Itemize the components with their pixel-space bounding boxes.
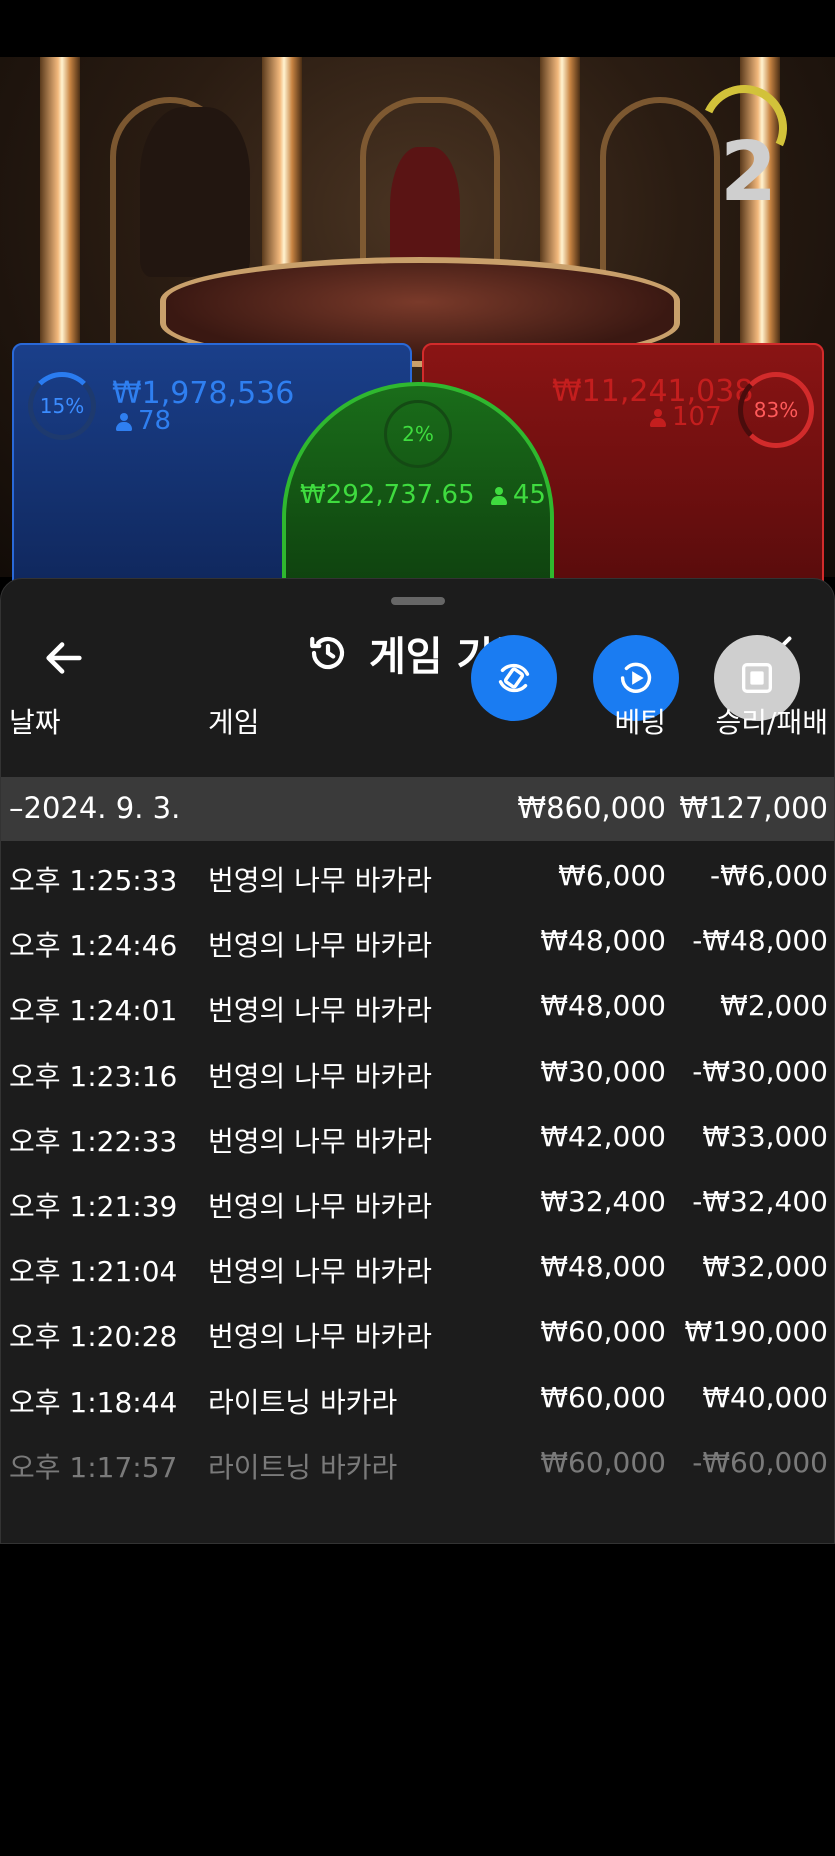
player-count-value: 78 — [138, 406, 172, 436]
row-time: 오후 1:25:33 — [9, 864, 178, 897]
column-bet: 베팅 — [614, 706, 666, 739]
row-game: 번영의 나무 바카라 — [208, 1059, 432, 1093]
row-time: 오후 1:21:04 — [9, 1255, 178, 1289]
banker-count: 107 — [650, 402, 722, 432]
row-result: ₩33,000 — [702, 1119, 828, 1153]
tie-percent-ring: 2% — [384, 400, 452, 468]
row-time: 오후 1:22:33 — [9, 1124, 178, 1158]
game-history-sheet: 게임 기록 날짜 게임 베팅 승리/패배 –2024. 9. 3. ₩860,0… — [0, 578, 835, 1544]
row-result: -₩6,000 — [710, 859, 828, 892]
table-row[interactable]: 오후 1:25:33 번영의 나무 바카라 ₩6,000 -₩6,000 — [1, 843, 834, 908]
row-time: 오후 1:17:57 — [9, 1450, 178, 1484]
summary-result: ₩127,000 — [679, 791, 828, 825]
table-row[interactable]: 오후 1:20:28 번영의 나무 바카라 ₩60,000 ₩190,000 — [1, 1299, 834, 1364]
row-bet: ₩48,000 — [540, 989, 666, 1023]
row-result: ₩32,000 — [702, 1250, 828, 1284]
sheet-drag-handle[interactable] — [391, 597, 445, 605]
row-bet: ₩6,000 — [558, 859, 666, 892]
banker-count-value: 107 — [672, 402, 722, 432]
table-row[interactable]: 오후 1:24:01 번영의 나무 바카라 ₩48,000 ₩2,000 — [1, 973, 834, 1038]
row-game: 라이트닝 바카라 — [208, 1450, 398, 1484]
row-time: 오후 1:21:39 — [9, 1189, 178, 1223]
column-result: 승리/패배 — [715, 706, 828, 739]
table-row[interactable]: 오후 1:24:46 번영의 나무 바카라 ₩48,000 -₩48,000 — [1, 908, 834, 973]
row-game: 번영의 나무 바카라 — [208, 1320, 432, 1354]
row-game: 번영의 나무 바카라 — [208, 1124, 432, 1158]
table-row[interactable]: 오후 1:21:39 번영의 나무 바카라 ₩32,400 -₩32,400 — [1, 1169, 834, 1234]
row-bet: ₩48,000 — [540, 1250, 666, 1284]
row-result: -₩32,400 — [692, 1184, 828, 1218]
history-list: 오후 1:25:33 번영의 나무 바카라 ₩6,000 -₩6,000 오후 1:2… — [1, 843, 834, 1495]
row-bet: ₩60,000 — [540, 1315, 666, 1349]
row-time: 오후 1:23:16 — [9, 1059, 178, 1093]
row-time: 오후 1:24:01 — [9, 994, 178, 1028]
table-row[interactable]: 오후 1:22:33 번영의 나무 바카라 ₩42,000 ₩33,000 — [1, 1104, 834, 1169]
row-time: 오후 1:18:44 — [9, 1385, 178, 1419]
table-row[interactable]: 오후 1:18:44 라이트닝 바카라 ₩60,000 ₩40,000 — [1, 1365, 834, 1430]
person-icon — [490, 487, 507, 505]
person-icon — [650, 409, 666, 427]
row-result: ₩190,000 — [684, 1315, 828, 1349]
banker-percent-ring: 83% — [738, 372, 814, 448]
row-result: ₩40,000 — [702, 1380, 828, 1414]
history-clock-icon — [310, 636, 345, 670]
row-game: 번영의 나무 바카라 — [208, 994, 432, 1028]
column-game: 게임 — [208, 706, 260, 739]
row-bet: ₩32,400 — [540, 1184, 666, 1218]
row-result: -₩48,000 — [692, 924, 828, 958]
row-result: -₩60,000 — [692, 1445, 828, 1479]
summary-date: –2024. 9. 3. — [9, 791, 181, 825]
player-count: 78 — [116, 406, 171, 436]
row-result: -₩30,000 — [692, 1054, 828, 1088]
row-game: 번영의 나무 바카라 — [208, 1255, 432, 1289]
row-time: 오후 1:20:28 — [9, 1320, 178, 1354]
row-game: 라이트닝 바카라 — [208, 1385, 398, 1419]
tie-count-value: 45 — [512, 480, 546, 510]
row-result: ₩2,000 — [720, 989, 828, 1023]
tie-amount: ₩292,737.65 45 — [300, 480, 546, 510]
row-game: 번영의 나무 바카라 — [208, 1189, 432, 1223]
row-bet: ₩60,000 — [540, 1445, 666, 1479]
table-row[interactable]: 오후 1:21:04 번영의 나무 바카라 ₩48,000 ₩32,000 — [1, 1234, 834, 1299]
round-number: 2 — [719, 125, 777, 220]
person-icon — [116, 413, 132, 431]
row-game: 번영의 나무 바카라 — [208, 929, 432, 963]
row-bet: ₩42,000 — [540, 1119, 666, 1153]
player-percent: 15% — [39, 394, 85, 418]
table-row[interactable]: 오후 1:23:16 번영의 나무 바카라 ₩30,000 -₩30,000 — [1, 1039, 834, 1104]
banker-percent: 83% — [753, 398, 799, 422]
row-time: 오후 1:24:46 — [9, 929, 178, 963]
pillar-light — [40, 57, 80, 347]
back-button[interactable] — [41, 635, 87, 681]
tie-percent: 2% — [402, 422, 434, 446]
row-bet: ₩30,000 — [540, 1054, 666, 1088]
player-percent-ring: 15% — [28, 372, 96, 440]
row-game: 번영의 나무 바카라 — [208, 864, 432, 897]
tie-amount-value: ₩292,737.65 — [300, 480, 475, 510]
arrow-left-icon — [46, 642, 82, 674]
column-date: 날짜 — [9, 706, 61, 739]
table-row[interactable]: 오후 1:17:57 라이트닝 바카라 ₩60,000 -₩60,000 — [1, 1430, 834, 1495]
table-header: 날짜 게임 베팅 승리/패배 — [1, 691, 834, 741]
row-bet: ₩60,000 — [540, 1380, 666, 1414]
row-bet: ₩48,000 — [540, 924, 666, 958]
summary-bet: ₩860,000 — [517, 791, 666, 825]
date-group-summary[interactable]: –2024. 9. 3. ₩860,000 ₩127,000 — [1, 777, 834, 841]
dealer-figure — [140, 107, 250, 277]
